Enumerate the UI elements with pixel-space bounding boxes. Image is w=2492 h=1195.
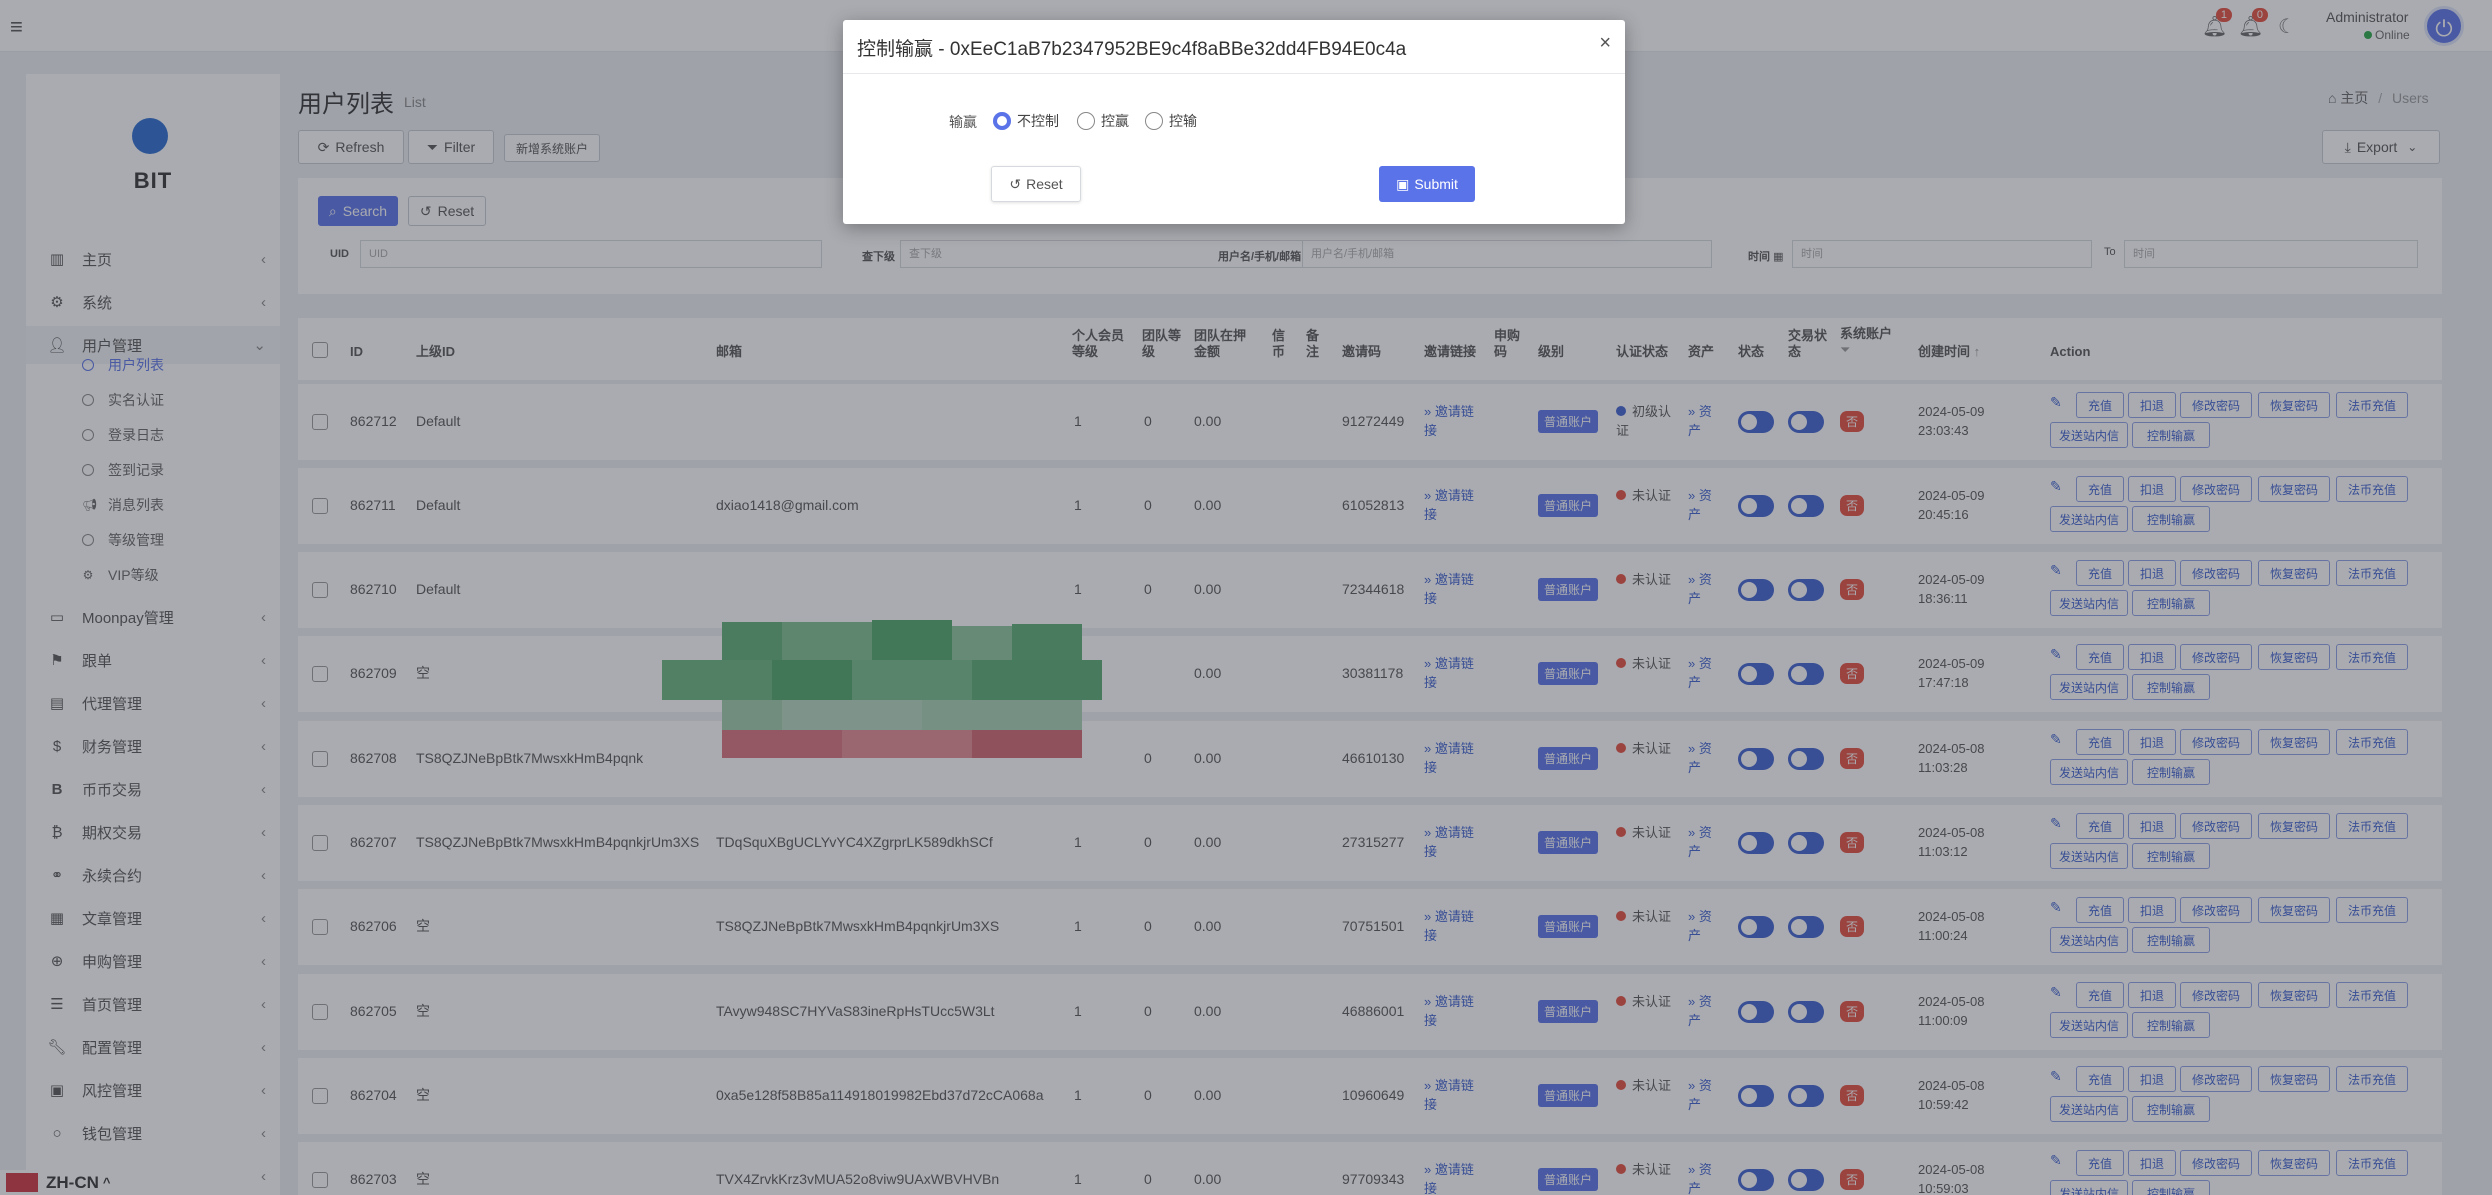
radio-label: 不控制 bbox=[1017, 113, 1059, 129]
radio-control-win[interactable]: 控赢 bbox=[1077, 111, 1129, 131]
win-loss-label: 输赢 bbox=[949, 114, 977, 130]
radio-icon bbox=[1077, 112, 1095, 130]
close-icon[interactable]: × bbox=[1599, 32, 1611, 55]
modal-reset-label: Reset bbox=[1026, 176, 1063, 192]
radio-icon bbox=[1145, 112, 1163, 130]
control-win-loss-modal: 控制输赢 - 0xEeC1aB7b2347952BE9c4f8aBBe32dd4… bbox=[843, 20, 1625, 224]
undo-icon: ↺ bbox=[1009, 175, 1022, 192]
radio-no-control[interactable]: 不控制 bbox=[993, 111, 1059, 131]
radio-selected-icon bbox=[993, 112, 1011, 130]
modal-divider bbox=[843, 73, 1625, 74]
radio-control-loss[interactable]: 控输 bbox=[1145, 111, 1197, 131]
save-icon: ▣ bbox=[1396, 175, 1410, 192]
radio-label: 控赢 bbox=[1101, 113, 1129, 129]
modal-reset-button[interactable]: ↺ Reset bbox=[991, 166, 1081, 202]
modal-title: 控制输赢 - 0xEeC1aB7b2347952BE9c4f8aBBe32dd4… bbox=[857, 39, 1407, 60]
modal-submit-button[interactable]: ▣ Submit bbox=[1379, 166, 1475, 202]
modal-submit-label: Submit bbox=[1414, 176, 1458, 192]
radio-label: 控输 bbox=[1169, 113, 1197, 129]
